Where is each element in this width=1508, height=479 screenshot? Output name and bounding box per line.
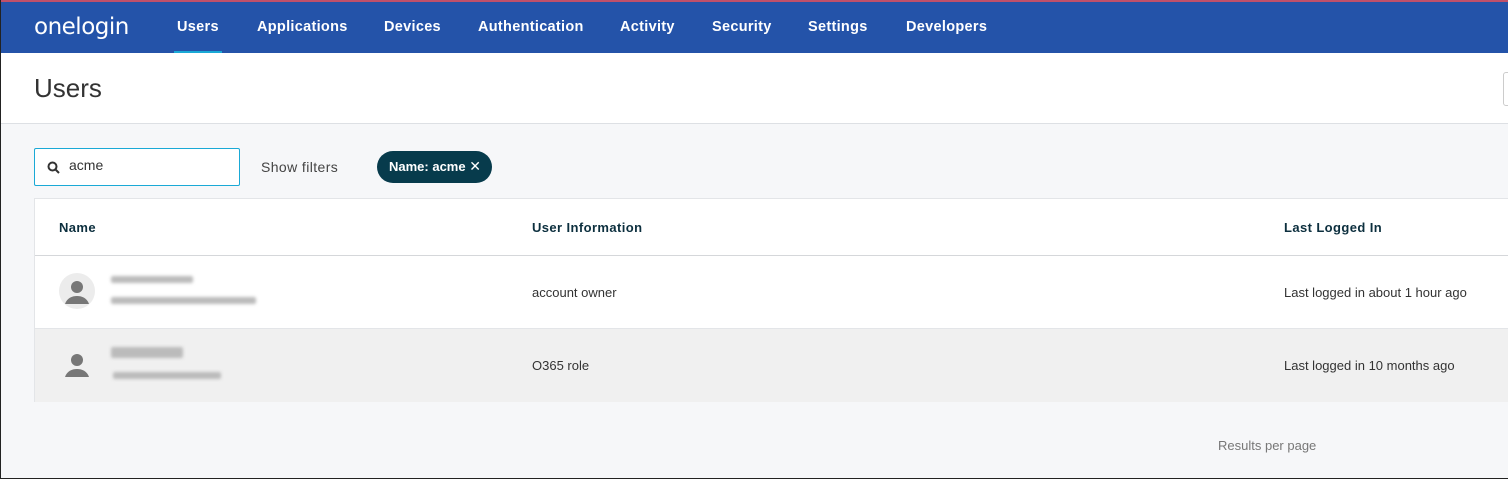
nav-developers[interactable]: Developers bbox=[906, 19, 987, 35]
column-header-last-logged-in[interactable]: Last Logged In bbox=[1284, 220, 1382, 235]
nav-security[interactable]: Security bbox=[712, 19, 772, 35]
user-information: account owner bbox=[532, 285, 617, 300]
show-filters-button[interactable]: Show filters bbox=[261, 159, 338, 175]
header-action-button[interactable] bbox=[1503, 72, 1508, 106]
table-row[interactable]: O365 role Last logged in 10 months ago bbox=[35, 329, 1508, 402]
filter-chip-label: Name: acme bbox=[389, 159, 466, 174]
blurred-user-name bbox=[111, 347, 183, 358]
nav-users[interactable]: Users bbox=[177, 19, 219, 35]
blurred-user-email bbox=[113, 372, 221, 379]
avatar bbox=[59, 346, 95, 382]
column-header-user-information[interactable]: User Information bbox=[532, 220, 642, 235]
page-header: Users bbox=[1, 53, 1508, 124]
last-logged-in: Last logged in about 1 hour ago bbox=[1284, 285, 1467, 300]
search-box[interactable] bbox=[34, 148, 240, 186]
user-information: O365 role bbox=[532, 358, 590, 373]
search-input[interactable] bbox=[69, 157, 229, 173]
onelogin-logo[interactable]: onelogin bbox=[34, 14, 129, 40]
close-icon[interactable]: ✕ bbox=[469, 158, 481, 175]
blurred-user-name bbox=[111, 276, 193, 283]
user-icon bbox=[65, 281, 89, 304]
avatar bbox=[59, 273, 95, 309]
user-icon bbox=[65, 354, 89, 377]
top-nav: onelogin Users Applications Devices Auth… bbox=[1, 0, 1508, 54]
results-per-page-label: Results per page bbox=[1218, 438, 1317, 453]
nav-activity[interactable]: Activity bbox=[620, 19, 675, 35]
last-logged-in: Last logged in 10 months ago bbox=[1284, 358, 1455, 373]
users-table: Name User Information Last Logged In acc… bbox=[34, 198, 1508, 402]
column-header-name[interactable]: Name bbox=[59, 220, 96, 235]
nav-authentication[interactable]: Authentication bbox=[478, 19, 584, 35]
nav-settings[interactable]: Settings bbox=[808, 19, 868, 35]
nav-applications[interactable]: Applications bbox=[257, 19, 348, 35]
page-title: Users bbox=[34, 73, 102, 103]
filter-chip[interactable]: Name: acme ✕ bbox=[377, 151, 492, 183]
table-row[interactable]: account owner Last logged in about 1 hou… bbox=[35, 256, 1508, 329]
nav-devices[interactable]: Devices bbox=[384, 19, 441, 35]
search-icon bbox=[47, 161, 60, 174]
blurred-user-email bbox=[111, 297, 256, 304]
